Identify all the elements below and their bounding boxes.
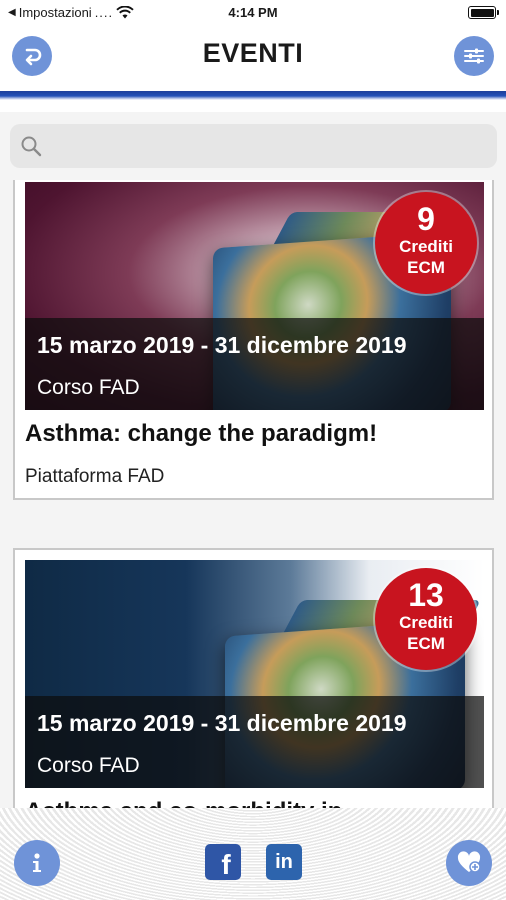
linkedin-icon: in	[275, 850, 293, 873]
header: EVENTI	[0, 26, 506, 88]
status-time: 4:14 PM	[228, 5, 278, 20]
credits-label: Crediti	[399, 237, 453, 256]
credits-badge: 13 Crediti ECM	[375, 568, 477, 670]
credits-unit: ECM	[407, 258, 445, 277]
status-bar: ◀ Impostazioni .... 4:14 PM	[0, 0, 506, 26]
event-card[interactable]: 13 Crediti ECM 15 marzo 2019 - 31 dicemb…	[13, 548, 494, 808]
event-image: 13 Crediti ECM 15 marzo 2019 - 31 dicemb…	[25, 560, 484, 788]
credits-number: 13	[408, 577, 444, 613]
sliders-icon	[464, 48, 484, 64]
event-type: Corso FAD	[37, 376, 140, 399]
event-card[interactable]: 9 Crediti ECM 15 marzo 2019 - 31 dicembr…	[13, 180, 494, 500]
battery-icon	[468, 6, 499, 19]
info-icon	[33, 853, 41, 872]
favorites-button[interactable]	[446, 840, 492, 886]
facebook-button[interactable]: f	[205, 844, 241, 880]
event-list[interactable]: 9 Crediti ECM 15 marzo 2019 - 31 dicembr…	[0, 180, 506, 808]
heart-icon	[457, 851, 481, 873]
event-platform: Piattaforma FAD	[25, 466, 165, 487]
event-info-overlay: 15 marzo 2019 - 31 dicembre 2019 Corso F…	[25, 318, 484, 410]
search-icon	[21, 136, 42, 157]
event-title: Asthma and co-morbidity in ...	[25, 798, 369, 808]
credits-badge: 9 Crediti ECM	[375, 192, 477, 294]
page-title: EVENTI	[202, 38, 304, 68]
header-divider	[0, 88, 506, 100]
header-spacer	[0, 100, 506, 112]
credits-number: 9	[417, 201, 435, 237]
facebook-icon: f	[221, 849, 231, 880]
event-image: 9 Crediti ECM 15 marzo 2019 - 31 dicembr…	[25, 182, 484, 410]
event-info-overlay: 15 marzo 2019 - 31 dicembre 2019 Corso F…	[25, 696, 484, 788]
credits-unit: ECM	[407, 634, 445, 653]
linkedin-button[interactable]: in	[266, 844, 302, 880]
filter-button[interactable]	[454, 36, 494, 76]
event-dates: 15 marzo 2019 - 31 dicembre 2019	[37, 710, 407, 736]
bottom-bar: f in	[0, 808, 506, 900]
event-type: Corso FAD	[37, 754, 140, 777]
search-bar[interactable]	[10, 124, 497, 168]
event-dates: 15 marzo 2019 - 31 dicembre 2019	[37, 332, 407, 358]
search-input[interactable]	[50, 132, 480, 160]
info-button[interactable]	[14, 840, 60, 886]
event-title: Asthma: change the paradigm!	[25, 420, 378, 447]
credits-label: Crediti	[399, 613, 453, 632]
